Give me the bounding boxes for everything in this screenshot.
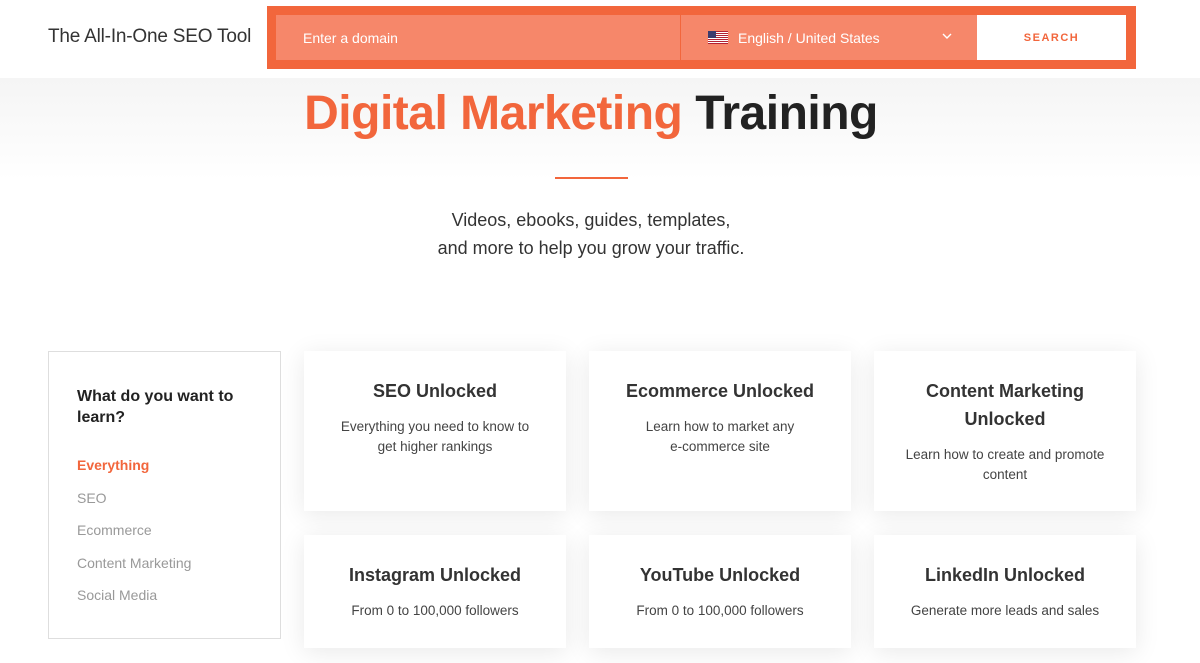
domain-input[interactable] <box>276 15 680 60</box>
site-header: The All-In-One SEO Tool English / United… <box>0 0 1200 78</box>
search-button[interactable]: SEARCH <box>977 15 1126 60</box>
course-card-desc: Learn how to market any e-commerce site <box>645 419 795 454</box>
course-card-title: Instagram Unlocked <box>348 565 522 585</box>
brand-tagline: The All-In-One SEO Tool <box>48 26 252 47</box>
filter-title: What do you want to learn? <box>77 388 234 426</box>
course-card-desc: From 0 to 100,000 followers <box>636 603 804 618</box>
course-card-ecommerce[interactable]: Ecommerce Unlocked Learn how to market a… <box>589 351 851 511</box>
title-divider <box>555 177 628 179</box>
us-flag-icon <box>708 31 728 44</box>
page-title-rest: Training <box>695 87 878 140</box>
course-card-title: LinkedIn Unlocked <box>924 565 1086 585</box>
course-card-title: SEO Unlocked <box>372 381 498 401</box>
course-card-content-marketing[interactable]: Content Marketing Unlocked Learn how to … <box>874 351 1136 511</box>
course-card-title: YouTube Unlocked <box>639 565 801 585</box>
language-select[interactable]: English / United States <box>681 15 977 60</box>
filter-social-media[interactable]: Social Media <box>77 586 252 619</box>
filter-seo[interactable]: SEO <box>77 489 252 522</box>
filter-ecommerce[interactable]: Ecommerce <box>77 521 252 554</box>
topic-filter-panel: What do you want to learn? Everything SE… <box>48 351 281 639</box>
page-title: Digital Marketing Training <box>0 86 1182 141</box>
filter-content-marketing[interactable]: Content Marketing <box>77 554 252 587</box>
filter-everything[interactable]: Everything <box>77 456 252 489</box>
subtitle-line-1: Videos, ebooks, guides, templates, <box>451 210 731 230</box>
course-card-desc: From 0 to 100,000 followers <box>351 603 519 618</box>
course-card-title: Ecommerce Unlocked <box>625 381 815 401</box>
course-card-title: Content Marketing Unlocked <box>925 381 1084 429</box>
language-label: English / United States <box>738 29 880 46</box>
course-card-desc: Everything you need to know to get highe… <box>340 419 530 454</box>
domain-search-bar: English / United States SEARCH <box>267 6 1136 69</box>
page-title-accent: Digital Marketing <box>304 87 683 140</box>
course-card-linkedin[interactable]: LinkedIn Unlocked Generate more leads an… <box>874 535 1136 648</box>
course-card-instagram[interactable]: Instagram Unlocked From 0 to 100,000 fol… <box>304 535 566 648</box>
page-subtitle: Videos, ebooks, guides, templates, and m… <box>0 206 1182 262</box>
course-card-desc: Generate more leads and sales <box>910 603 1100 618</box>
course-card-youtube[interactable]: YouTube Unlocked From 0 to 100,000 follo… <box>589 535 851 648</box>
chevron-down-icon <box>942 33 952 39</box>
course-card-seo[interactable]: SEO Unlocked Everything you need to know… <box>304 351 566 511</box>
subtitle-line-2: and more to help you grow your traffic. <box>437 238 745 258</box>
course-card-desc: Learn how to create and promote content <box>905 447 1105 482</box>
